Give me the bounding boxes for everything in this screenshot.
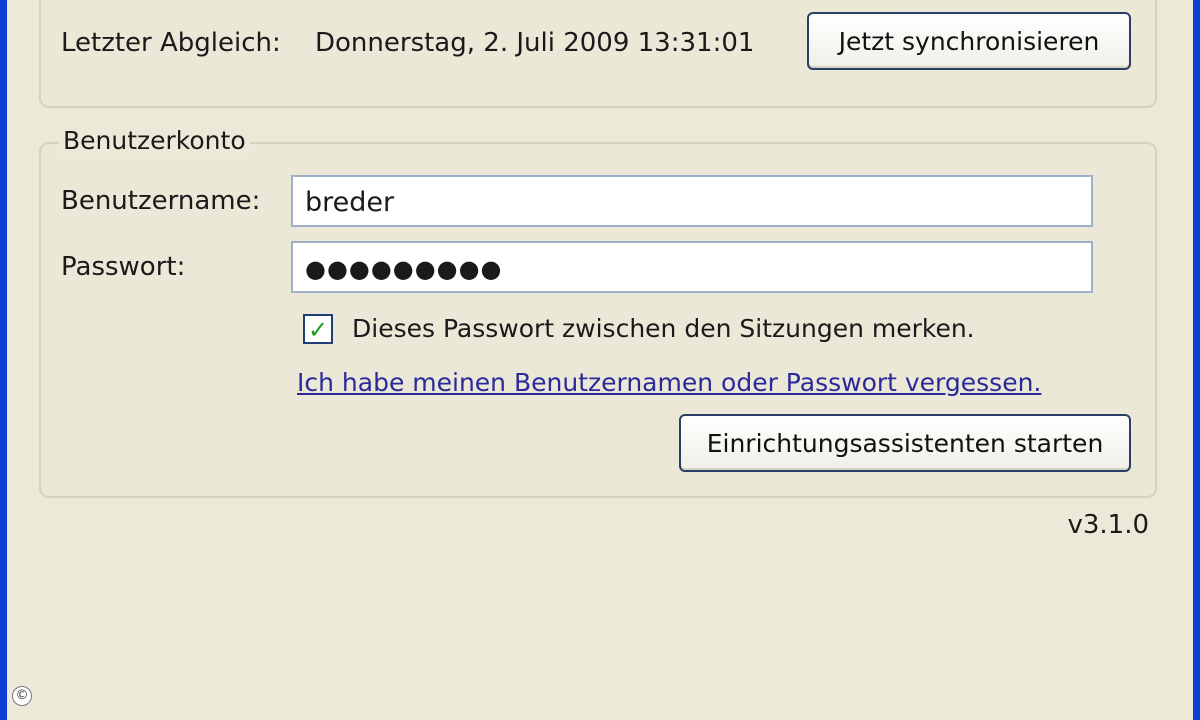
window-frame-left bbox=[0, 0, 7, 720]
last-sync-label: Letzter Abgleich: bbox=[61, 28, 281, 58]
version-label: v3.1.0 bbox=[1067, 510, 1149, 540]
window-frame-right bbox=[1193, 0, 1200, 720]
start-setup-wizard-button[interactable]: Einrichtungsassistenten starten bbox=[679, 414, 1131, 472]
username-field[interactable]: breder bbox=[291, 175, 1093, 227]
account-groupbox-title: Benutzerkonto bbox=[59, 126, 250, 155]
username-value: breder bbox=[305, 187, 395, 218]
forgot-credentials-link[interactable]: Ich habe meinen Benutzernamen oder Passw… bbox=[297, 368, 1041, 397]
remember-password-label: Dieses Passwort zwischen den Sitzungen m… bbox=[352, 314, 975, 343]
sync-now-button[interactable]: Jetzt synchronisieren bbox=[807, 12, 1131, 70]
copyright-icon: © bbox=[12, 686, 32, 706]
account-groupbox: Benutzerkonto Benutzername: breder Passw… bbox=[39, 126, 1157, 498]
password-label: Passwort: bbox=[61, 252, 186, 282]
checkmark-icon: ✓ bbox=[308, 316, 329, 344]
remember-password-checkbox[interactable]: ✓ bbox=[303, 314, 333, 344]
password-mask: ●●●●●●●●● bbox=[305, 255, 503, 283]
last-sync-timestamp: Donnerstag, 2. Juli 2009 13:31:01 bbox=[315, 28, 755, 58]
sync-groupbox: Letzter Abgleich: Donnerstag, 2. Juli 20… bbox=[39, 0, 1157, 108]
password-field[interactable]: ●●●●●●●●● bbox=[291, 241, 1093, 293]
settings-window: Letzter Abgleich: Donnerstag, 2. Juli 20… bbox=[7, 0, 1193, 720]
username-label: Benutzername: bbox=[61, 186, 261, 216]
